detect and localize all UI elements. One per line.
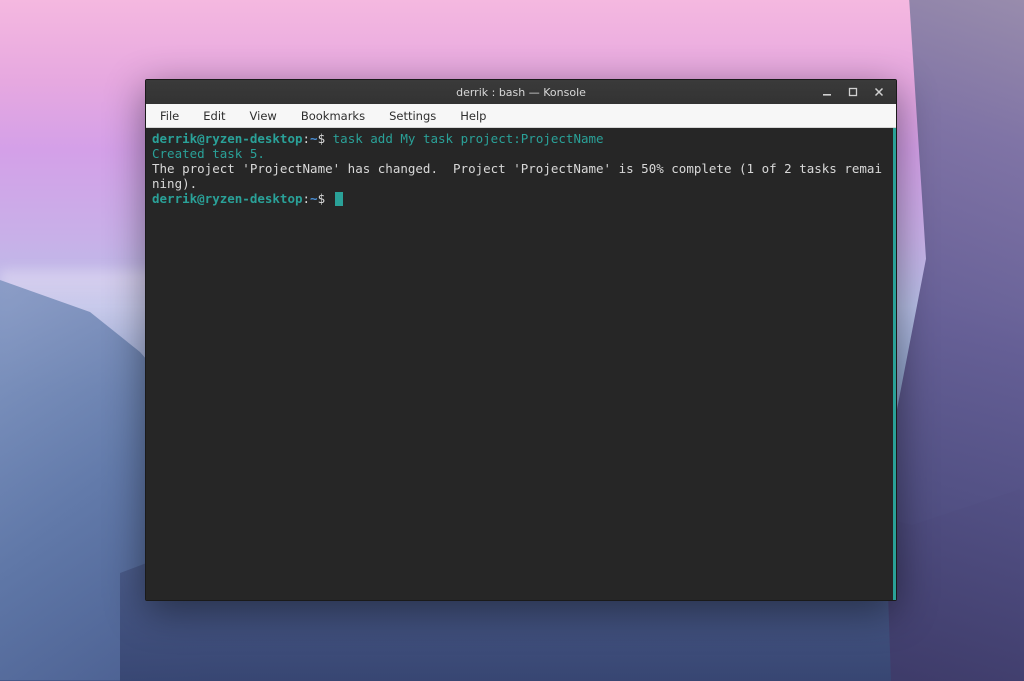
prompt-path: ~ [310,191,318,206]
window-controls [814,80,892,104]
konsole-window: derrik : bash — Konsole File Edit View B… [145,79,897,601]
command-text: task add My task project:ProjectName [333,131,604,146]
terminal-output-line: The project 'ProjectName' has changed. P… [152,161,882,191]
terminal-line: derrik@ryzen-desktop:~$ [152,191,343,206]
menu-bookmarks[interactable]: Bookmarks [289,106,377,126]
cursor-icon [335,192,343,206]
maximize-button[interactable] [840,81,866,103]
menu-view[interactable]: View [238,106,289,126]
menu-help[interactable]: Help [448,106,498,126]
prompt-colon: : [303,131,311,146]
minimize-button[interactable] [814,81,840,103]
close-button[interactable] [866,81,892,103]
prompt-colon: : [303,191,311,206]
menu-settings[interactable]: Settings [377,106,448,126]
prompt-user-host: derrik@ryzen-desktop [152,191,303,206]
prompt-dollar: $ [318,131,333,146]
minimize-icon [822,87,832,97]
wallpaper-mountain-right [884,0,1024,681]
window-titlebar[interactable]: derrik : bash — Konsole [146,80,896,104]
prompt-user-host: derrik@ryzen-desktop [152,131,303,146]
prompt-dollar: $ [318,191,333,206]
terminal-area[interactable]: derrik@ryzen-desktop:~$ task add My task… [146,128,896,600]
prompt-path: ~ [310,131,318,146]
terminal-output-created: Created task 5. [152,146,265,161]
menu-file[interactable]: File [148,106,191,126]
menubar: File Edit View Bookmarks Settings Help [146,104,896,128]
maximize-icon [848,87,858,97]
terminal-line: derrik@ryzen-desktop:~$ task add My task… [152,131,604,146]
menu-edit[interactable]: Edit [191,106,237,126]
close-icon [874,87,884,97]
window-title: derrik : bash — Konsole [456,86,586,99]
